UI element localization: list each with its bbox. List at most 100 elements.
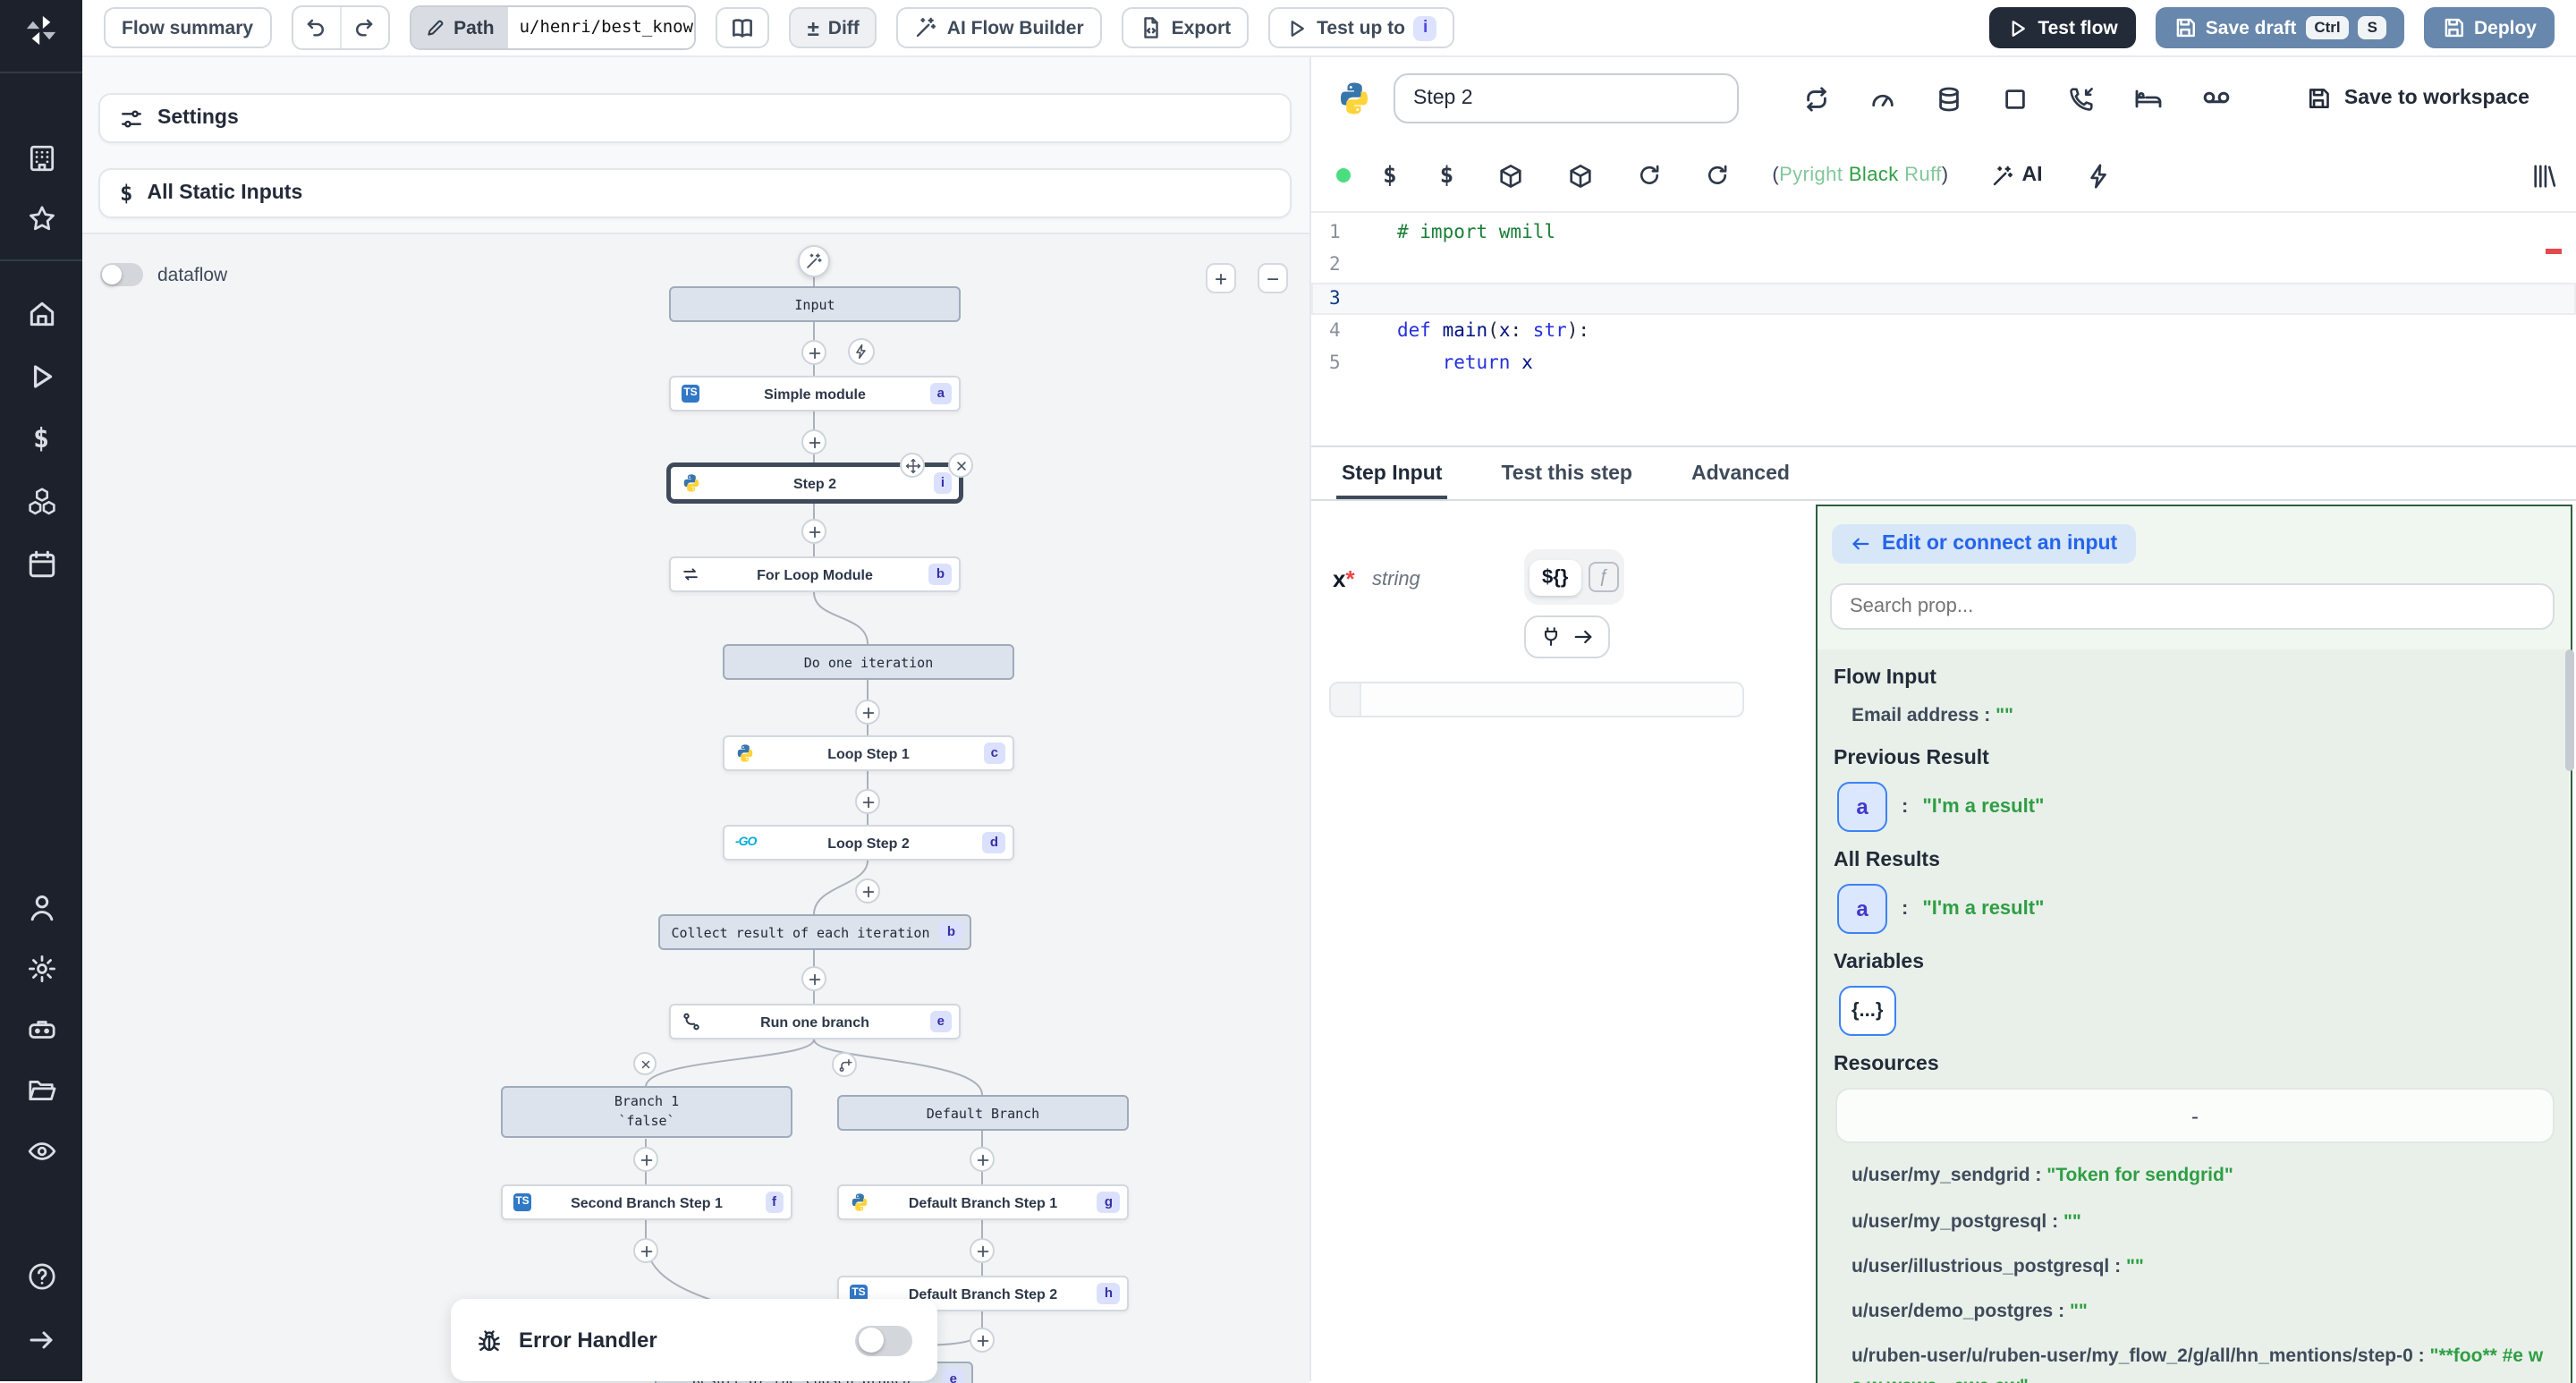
resource-row[interactable]: u/ruben-user/u/ruben-user/my_flow_2/g/al… xyxy=(1852,1343,2551,1383)
redo-button[interactable] xyxy=(339,7,387,48)
code-editor[interactable]: 1# import wmill234def main(x: str):5 ret… xyxy=(1311,213,2576,445)
remove-branch-icon[interactable] xyxy=(633,1052,657,1075)
concurrency-square-icon[interactable] xyxy=(2002,85,2029,112)
variables-icon[interactable]: $ xyxy=(1383,162,1397,189)
function-mode-button[interactable]: ƒ xyxy=(1588,562,1618,592)
undo-button[interactable] xyxy=(292,7,339,48)
edit-or-connect-button[interactable]: Edit or connect an input xyxy=(1832,524,2135,564)
lint-settings[interactable]: (Pyright Black Ruff) xyxy=(1772,165,1948,186)
insert-step-icon[interactable] xyxy=(855,789,880,814)
save-to-workspace-button[interactable]: Save to workspace xyxy=(2307,86,2576,111)
resource-row[interactable]: u/user/illustrious_postgresql : "" xyxy=(1852,1252,2551,1282)
sidebar-item-runs[interactable] xyxy=(0,349,82,403)
suspend-phone-icon[interactable] xyxy=(2068,85,2095,112)
sidebar-item-folders[interactable] xyxy=(0,1063,82,1116)
insert-step-icon[interactable] xyxy=(801,519,826,544)
ai-flow-builder-button[interactable]: AI Flow Builder xyxy=(897,7,1102,48)
error-handler-toggle[interactable] xyxy=(855,1325,912,1355)
diff-button[interactable]: ±Diff xyxy=(790,7,877,48)
arg-value-input[interactable] xyxy=(1329,682,1744,717)
sidebar-item-variables[interactable]: $ xyxy=(0,412,82,465)
insert-step-icon[interactable] xyxy=(633,1238,658,1263)
test-up-to-button[interactable]: Test up toi xyxy=(1268,7,1454,48)
node-input[interactable]: Input xyxy=(669,286,961,322)
resource-row[interactable]: u/user/my_sendgrid : "Token for sendgrid… xyxy=(1852,1162,2551,1192)
reload-icon[interactable] xyxy=(1636,163,1661,188)
insert-step-icon[interactable] xyxy=(801,429,826,454)
tab-advanced[interactable]: Advanced xyxy=(1691,463,1790,499)
node-simple-module[interactable]: TS Simple module a xyxy=(669,376,961,412)
tab-test-this-step[interactable]: Test this step xyxy=(1501,463,1632,499)
resource-row[interactable]: u/user/demo_postgres : "" xyxy=(1852,1297,2551,1327)
node-loop-step-2[interactable]: -GO Loop Step 2 d xyxy=(723,825,1014,861)
zoom-out-button[interactable]: − xyxy=(1258,263,1288,293)
settings-row[interactable]: Settings xyxy=(98,93,1292,143)
ai-suggest-node-icon[interactable] xyxy=(798,245,830,277)
insert-step-icon[interactable] xyxy=(801,340,826,365)
sidebar-item-workers[interactable] xyxy=(0,1002,82,1056)
dataflow-toggle[interactable] xyxy=(100,263,143,286)
ai-assistant-button[interactable]: AI xyxy=(1991,164,2042,187)
sidebar-item-home[interactable] xyxy=(0,286,82,340)
resource-row[interactable]: u/user/my_postgresql : "" xyxy=(1852,1207,2551,1236)
add-branch-icon[interactable] xyxy=(832,1052,857,1077)
deploy-button[interactable]: Deploy xyxy=(2424,7,2555,48)
sidebar-item-help[interactable] xyxy=(0,1249,82,1302)
save-draft-button[interactable]: Save draftCtrlS xyxy=(2156,7,2404,48)
move-node-icon[interactable] xyxy=(900,453,925,478)
path-field[interactable]: Path u/henri/best_known xyxy=(409,5,697,50)
result-id-badge[interactable]: a xyxy=(1837,885,1887,935)
contextual-variables-icon[interactable]: $ xyxy=(1440,162,1454,189)
trigger-icon[interactable] xyxy=(848,338,875,365)
sidebar-item-resources[interactable] xyxy=(0,474,82,528)
sleep-bed-icon[interactable] xyxy=(2134,84,2163,113)
resources-placeholder[interactable]: - xyxy=(1835,1089,2555,1144)
all-static-inputs-row[interactable]: $ All Static Inputs xyxy=(98,168,1292,218)
sidebar-expand-icon[interactable] xyxy=(0,1313,82,1367)
test-flow-button[interactable]: Test flow xyxy=(1989,7,2135,48)
library-icon[interactable] xyxy=(2531,162,2558,189)
node-for-loop[interactable]: For Loop Module b xyxy=(669,556,961,592)
insert-step-icon[interactable] xyxy=(970,1147,995,1172)
insert-step-icon[interactable] xyxy=(855,878,880,904)
windmill-logo-icon[interactable] xyxy=(0,0,82,61)
flow-summary-button[interactable]: Flow summary xyxy=(104,7,271,48)
node-default-branch[interactable]: Default Branch xyxy=(837,1095,1129,1131)
sidebar-item-audit-logs[interactable] xyxy=(0,1124,82,1177)
cache-database-icon[interactable] xyxy=(1936,85,1962,112)
delete-node-icon[interactable] xyxy=(948,453,973,478)
previous-result-row[interactable]: a:"I'm a result" xyxy=(1837,783,2551,833)
package-icon[interactable] xyxy=(1566,162,1593,189)
tab-step-input[interactable]: Step Input xyxy=(1342,463,1442,499)
zoom-in-button[interactable]: + xyxy=(1206,263,1236,293)
node-do-one-iteration[interactable]: Do one iteration xyxy=(723,644,1014,680)
insert-step-icon[interactable] xyxy=(855,700,880,725)
all-results-row[interactable]: a:"I'm a result" xyxy=(1837,885,2551,935)
retries-icon[interactable] xyxy=(1803,85,1830,112)
early-stop-gauge-icon[interactable] xyxy=(1869,85,1896,112)
node-collect-result[interactable]: Collect result of each iteration b xyxy=(658,914,971,950)
node-branch-1[interactable]: Branch 1`false` xyxy=(501,1086,792,1138)
node-run-one-branch[interactable]: Run one branch e xyxy=(669,1004,961,1039)
insert-step-icon[interactable] xyxy=(970,1328,995,1353)
insert-step-icon[interactable] xyxy=(801,966,826,991)
node-default-branch-step-1[interactable]: Default Branch Step 1 g xyxy=(837,1184,1129,1220)
lightning-icon[interactable] xyxy=(2085,162,2112,189)
sidebar-item-schedules[interactable] xyxy=(0,537,82,590)
insert-step-icon[interactable] xyxy=(633,1147,658,1172)
node-loop-step-1[interactable]: Loop Step 1 c xyxy=(723,735,1014,771)
sidebar-item-settings[interactable] xyxy=(0,941,82,995)
page-scrollbar[interactable] xyxy=(2565,649,2574,771)
expr-mode-button[interactable]: ${} xyxy=(1530,559,1580,595)
insert-step-icon[interactable] xyxy=(970,1238,995,1263)
connect-input-pill[interactable] xyxy=(1524,615,1610,658)
result-id-badge[interactable]: a xyxy=(1837,783,1887,833)
sidebar-item-favorites[interactable] xyxy=(0,191,82,245)
mock-voicemail-icon[interactable] xyxy=(2202,84,2231,113)
sidebar-item-users[interactable] xyxy=(0,880,82,934)
variables-object-badge[interactable]: {...} xyxy=(1839,987,1895,1037)
step-name-input[interactable] xyxy=(1394,73,1739,123)
reload-icon[interactable] xyxy=(1704,163,1729,188)
node-second-branch-step-1[interactable]: TS Second Branch Step 1 f xyxy=(501,1184,792,1220)
docs-button[interactable] xyxy=(716,7,770,48)
